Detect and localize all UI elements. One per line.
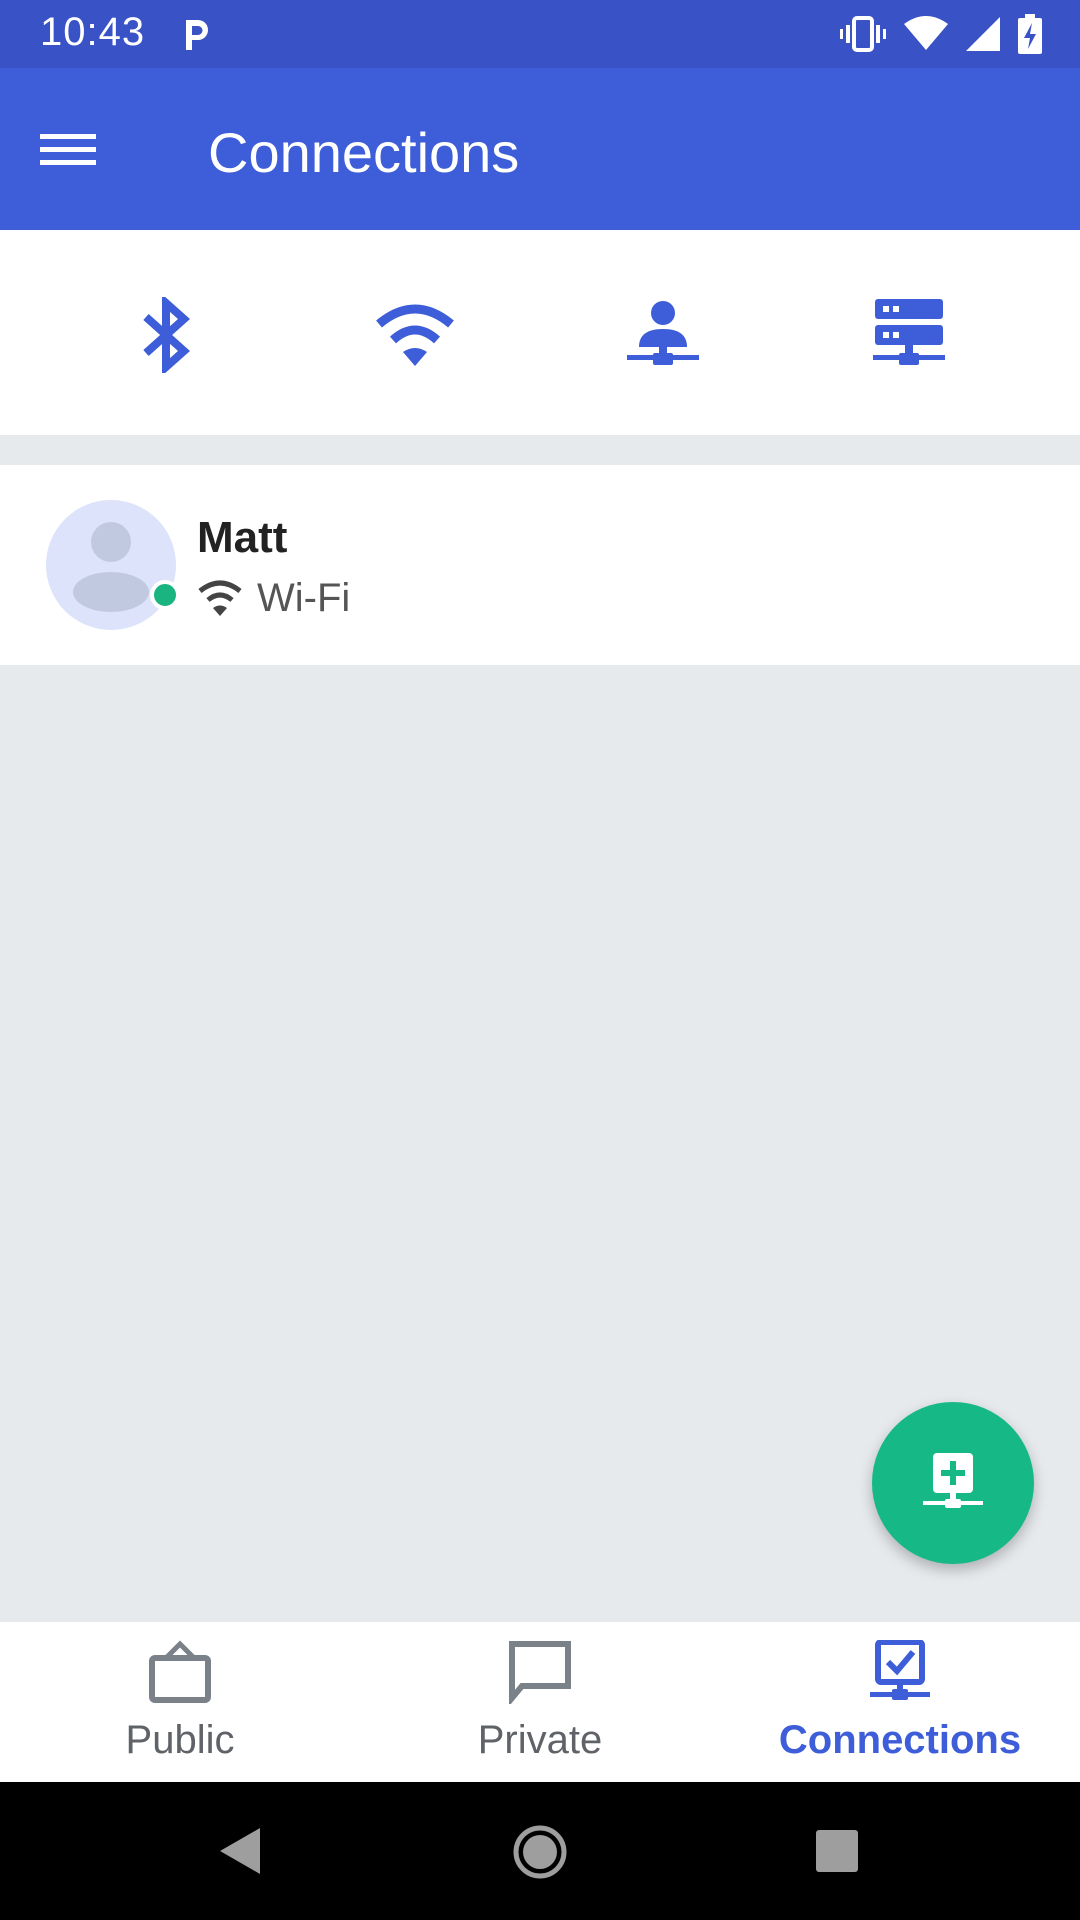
page-title: Connections [208, 121, 520, 184]
wifi-icon [198, 580, 242, 616]
person-network-filter-button[interactable] [618, 290, 708, 380]
status-bar: 10:43 [0, 0, 1080, 68]
hamburger-menu-icon [40, 134, 96, 165]
recents-icon[interactable] [814, 1828, 860, 1874]
person-network-icon [627, 301, 699, 365]
wifi-filter-button[interactable] [370, 290, 460, 380]
home-icon[interactable] [512, 1824, 568, 1880]
tab-public-label: Public [125, 1718, 235, 1762]
list-item[interactable]: Matt Wi-Fi [0, 465, 1080, 665]
wifi-icon [376, 304, 454, 366]
bluetooth-icon [143, 297, 191, 373]
add-connection-button[interactable] [872, 1402, 1034, 1564]
online-status-dot [150, 580, 180, 610]
back-icon[interactable] [216, 1826, 264, 1876]
wifi-signal-icon [904, 16, 948, 50]
bluetooth-filter-button[interactable] [122, 290, 212, 380]
connections-check-icon [870, 1640, 930, 1700]
vibrate-icon [840, 16, 886, 52]
chat-bubble-icon [509, 1641, 571, 1704]
avatar [46, 500, 176, 630]
battery-charging-icon [1018, 14, 1042, 54]
connection-type-bar [0, 230, 1080, 435]
bottom-navigation: Public Private Connections [0, 1622, 1080, 1782]
system-navigation-bar [0, 1782, 1080, 1920]
menu-button[interactable] [40, 118, 120, 180]
tab-private[interactable]: Private [360, 1622, 720, 1782]
section-divider [0, 435, 1080, 465]
tab-connections[interactable]: Connections [720, 1622, 1080, 1782]
app-bar: Connections [0, 68, 1080, 230]
contact-connection: Wi-Fi [197, 573, 350, 623]
parking-notification-icon [186, 20, 208, 50]
bag-icon [149, 1640, 211, 1703]
server-network-filter-button[interactable] [864, 290, 954, 380]
connection-type-label: Wi-Fi [257, 575, 351, 620]
status-time: 10:43 [40, 10, 146, 54]
tab-public[interactable]: Public [0, 1622, 360, 1782]
cell-signal-icon [966, 17, 1000, 51]
server-network-icon [873, 299, 945, 365]
add-connection-icon [923, 1453, 983, 1508]
tab-connections-label: Connections [778, 1718, 1022, 1762]
contact-name: Matt [197, 513, 288, 562]
tab-private-label: Private [477, 1718, 603, 1762]
default-avatar-icon [73, 522, 149, 612]
